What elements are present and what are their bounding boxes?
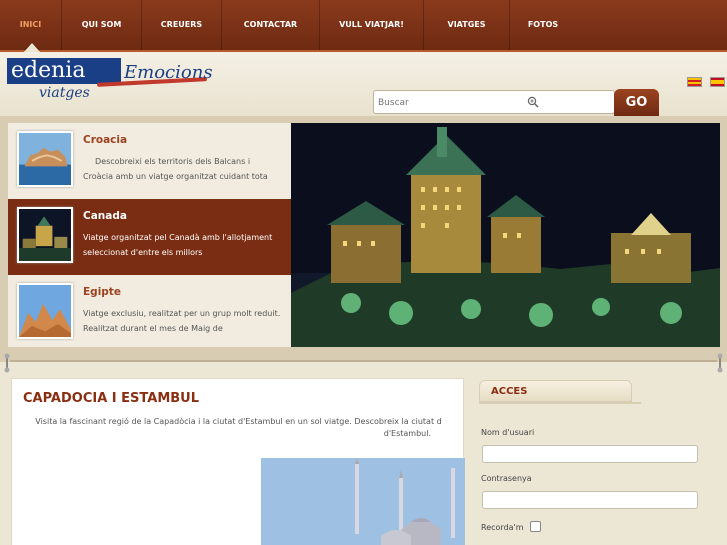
main-article: CAPADOCIA I ESTAMBUL Visita la fascinant… (11, 378, 465, 545)
featured-slider: Croacia Descobreixi els territoris dels … (0, 116, 727, 373)
slider-scroll-left-icon[interactable] (4, 353, 10, 373)
nav-item-vull-viatjar[interactable]: VULL VIATJAR! (320, 0, 424, 50)
slider-track (10, 360, 717, 362)
remember-label: Recorda'm (481, 523, 524, 532)
nav-item-creuers[interactable]: CREUERS (142, 0, 222, 50)
slide-title: Egipte (83, 286, 121, 298)
search-box (373, 90, 615, 114)
password-label: Contrasenya (481, 474, 532, 483)
top-navigation: INICI QUI SOM CREUERS CONTACTAR VULL VIA… (0, 0, 727, 52)
canada-thumbnail (17, 207, 73, 263)
slide-description: Viatge organitzat pel Canadà amb l'allot… (83, 233, 273, 257)
login-heading: ACCES (491, 386, 528, 397)
nav-item-fotos[interactable]: FOTOS (510, 0, 576, 50)
slider-panel: Croacia Descobreixi els territoris dels … (8, 123, 720, 347)
nav-item-contactar[interactable]: CONTACTAR (222, 0, 320, 50)
article-intro-line-2: d'Estambul. (383, 429, 431, 438)
logo-viatges-text: viatges (39, 85, 90, 101)
slide-item-egipte[interactable]: Egipte Viatge exclusiu, realitzat per un… (8, 275, 291, 351)
article-title: CAPADOCIA I ESTAMBUL (23, 391, 200, 406)
slide-item-croacia[interactable]: Croacia Descobreixi els territoris dels … (8, 123, 291, 199)
canada-featured-image[interactable] (291, 123, 720, 347)
slide-title: Croacia (83, 134, 128, 146)
magnifier-icon (527, 96, 539, 108)
slide-item-canada[interactable]: Canada Viatge organitzat pel Canadà amb … (8, 199, 291, 275)
search-input[interactable] (378, 94, 578, 111)
slide-description: Descobreixi els territoris dels Balcans … (83, 157, 268, 181)
nav-item-viatges[interactable]: VIATGES (424, 0, 510, 50)
edenia-logo[interactable]: edenia Emocions viatges (7, 58, 213, 101)
login-divider (479, 402, 641, 404)
login-panel: ACCES Nom d'usuari Contrasenya Recorda'm (479, 380, 727, 545)
nav-item-qui-som[interactable]: QUI SOM (62, 0, 142, 50)
croacia-thumbnail (17, 131, 73, 187)
remember-checkbox[interactable] (530, 521, 541, 532)
search-go-button[interactable]: GO (614, 89, 659, 116)
egipte-thumbnail (17, 283, 73, 339)
active-nav-pointer (24, 43, 40, 52)
username-label: Nom d'usuari (481, 428, 535, 437)
catalan-flag-icon[interactable] (686, 77, 702, 87)
logo-emocions-text: Emocions (124, 62, 213, 83)
logo-edenia-text: edenia (7, 58, 121, 84)
slide-title: Canada (83, 210, 127, 222)
spanish-flag-icon[interactable] (710, 77, 725, 87)
login-tab: ACCES (479, 380, 632, 402)
istanbul-mosque-image (261, 458, 465, 545)
password-field[interactable] (482, 491, 698, 509)
article-intro-line-1: Visita la fascinant regió de la Capadòci… (35, 417, 442, 426)
slider-scroll-right-icon[interactable] (717, 353, 723, 373)
username-field[interactable] (482, 445, 698, 463)
slide-description: Viatge exclusiu, realitzat per un grup m… (83, 309, 281, 333)
language-flags (684, 72, 725, 91)
